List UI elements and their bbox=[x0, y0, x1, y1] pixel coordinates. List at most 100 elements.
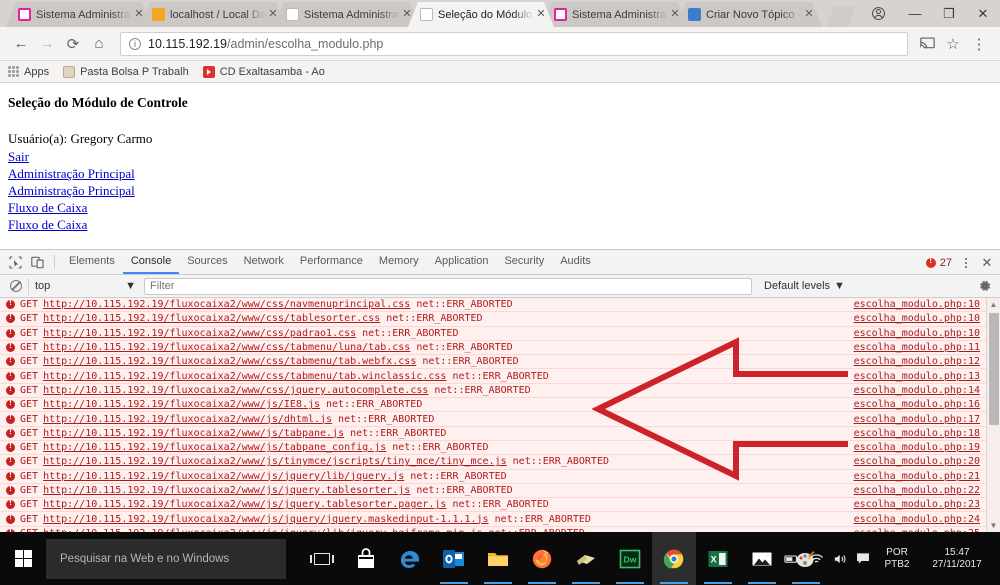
wifi-icon[interactable] bbox=[804, 532, 828, 585]
console-row[interactable]: GET http://10.115.192.19/fluxocaixa2/www… bbox=[0, 369, 1000, 384]
taskbar-app-excel[interactable]: X bbox=[696, 532, 740, 585]
source-link[interactable]: escolha_modulo.php:11 bbox=[854, 342, 980, 353]
source-link[interactable]: escolha_modulo.php:21 bbox=[854, 471, 980, 482]
console-row[interactable]: GET http://10.115.192.19/fluxocaixa2/www… bbox=[0, 455, 1000, 470]
source-link[interactable]: escolha_modulo.php:19 bbox=[854, 442, 980, 453]
taskbar-search-box[interactable]: Pesquisar na Web e no Windows bbox=[46, 538, 286, 579]
console-message-list[interactable]: GET http://10.115.192.19/fluxocaixa2/www… bbox=[0, 298, 1000, 532]
devtools-tab-audits[interactable]: Audits bbox=[552, 251, 599, 274]
devtools-tab-network[interactable]: Network bbox=[236, 251, 292, 274]
back-button[interactable]: ← bbox=[8, 31, 34, 57]
request-url[interactable]: http://10.115.192.19/fluxocaixa2/www/css… bbox=[43, 371, 446, 382]
source-link[interactable]: escolha_modulo.php:12 bbox=[854, 356, 980, 367]
forward-button[interactable]: → bbox=[34, 31, 60, 57]
source-link[interactable]: escolha_modulo.php:18 bbox=[854, 428, 980, 439]
request-url[interactable]: http://10.115.192.19/fluxocaixa2/www/css… bbox=[43, 299, 410, 310]
scroll-down-arrow-icon[interactable]: ▼ bbox=[987, 519, 1000, 532]
request-url[interactable]: http://10.115.192.19/fluxocaixa2/www/js/… bbox=[43, 471, 404, 482]
link-fluxo-de-caixa-1[interactable]: Fluxo de Caixa bbox=[8, 200, 87, 216]
scrollbar-thumb[interactable] bbox=[989, 313, 999, 425]
source-link[interactable]: escolha_modulo.php:20 bbox=[854, 456, 980, 467]
source-link[interactable]: escolha_modulo.php:24 bbox=[854, 514, 980, 525]
request-url[interactable]: http://10.115.192.19/fluxocaixa2/www/js/… bbox=[43, 514, 489, 525]
action-center-icon[interactable] bbox=[852, 532, 874, 585]
cast-icon[interactable] bbox=[914, 31, 940, 57]
devtools-tab-elements[interactable]: Elements bbox=[61, 251, 123, 274]
info-icon[interactable]: i bbox=[129, 37, 141, 50]
scroll-up-arrow-icon[interactable]: ▲ bbox=[987, 298, 1000, 311]
devtools-tab-performance[interactable]: Performance bbox=[292, 251, 371, 274]
battery-icon[interactable] bbox=[780, 532, 804, 585]
link-fluxo-de-caixa-2[interactable]: Fluxo de Caixa bbox=[8, 217, 87, 233]
source-link[interactable]: escolha_modulo.php:10 bbox=[854, 313, 980, 324]
inspect-element-icon[interactable] bbox=[4, 252, 26, 273]
bookmark-star-icon[interactable]: ☆ bbox=[940, 31, 966, 57]
bookmark-pasta-bolsa[interactable]: Pasta Bolsa P Trabalh bbox=[63, 65, 189, 78]
close-window-button[interactable]: ✕ bbox=[966, 0, 1000, 27]
chevron-up-icon[interactable]: ^ bbox=[756, 532, 780, 585]
devtools-close-button[interactable]: ✕ bbox=[976, 255, 998, 271]
reload-button[interactable]: ⟳ bbox=[60, 31, 86, 57]
console-row[interactable]: GET http://10.115.192.19/fluxocaixa2/www… bbox=[0, 298, 1000, 313]
console-row[interactable]: GET http://10.115.192.19/fluxocaixa2/www… bbox=[0, 398, 1000, 413]
console-row[interactable]: GET http://10.115.192.19/fluxocaixa2/www… bbox=[0, 355, 1000, 370]
console-row[interactable]: GET http://10.115.192.19/fluxocaixa2/www… bbox=[0, 484, 1000, 499]
console-filter-input[interactable] bbox=[144, 277, 752, 295]
request-url[interactable]: http://10.115.192.19/fluxocaixa2/www/js/… bbox=[43, 428, 344, 439]
source-link[interactable]: escolha_modulo.php:10 bbox=[854, 328, 980, 339]
close-icon[interactable]: ✕ bbox=[534, 8, 548, 22]
new-tab-button[interactable] bbox=[826, 6, 856, 27]
console-row[interactable]: GET http://10.115.192.19/fluxocaixa2/www… bbox=[0, 441, 1000, 456]
request-url[interactable]: http://10.115.192.19/fluxocaixa2/www/css… bbox=[43, 385, 428, 396]
ban-circle-icon[interactable] bbox=[10, 280, 22, 292]
request-url[interactable]: http://10.115.192.19/fluxocaixa2/www/js/… bbox=[43, 414, 332, 425]
devtools-tab-console[interactable]: Console bbox=[122, 251, 180, 274]
devtools-tab-application[interactable]: Application bbox=[427, 251, 497, 274]
start-button[interactable] bbox=[0, 532, 46, 585]
console-row[interactable]: GET http://10.115.192.19/fluxocaixa2/www… bbox=[0, 384, 1000, 399]
task-view-button[interactable] bbox=[300, 532, 344, 585]
browser-tab-4-active[interactable]: Seleção do Módulo Ad ✕ bbox=[408, 2, 554, 27]
language-indicator[interactable]: POR PTB2 bbox=[878, 547, 916, 571]
clock[interactable]: 15:47 27/11/2017 bbox=[920, 547, 994, 571]
console-row[interactable]: GET http://10.115.192.19/fluxocaixa2/www… bbox=[0, 470, 1000, 484]
console-levels-dropdown[interactable]: Default levels ▼ bbox=[764, 280, 845, 292]
request-url[interactable]: http://10.115.192.19/fluxocaixa2/www/js/… bbox=[43, 442, 386, 453]
console-row[interactable]: GET http://10.115.192.19/fluxocaixa2/www… bbox=[0, 312, 1000, 327]
source-link[interactable]: escolha_modulo.php:14 bbox=[854, 385, 980, 396]
source-link[interactable]: escolha_modulo.php:13 bbox=[854, 371, 980, 382]
request-url[interactable]: http://10.115.192.19/fluxocaixa2/www/js/… bbox=[43, 499, 446, 510]
request-url[interactable]: http://10.115.192.19/fluxocaixa2/www/css… bbox=[43, 328, 356, 339]
browser-tab-6[interactable]: Criar Novo Tópico - Fó ✕ bbox=[676, 2, 822, 27]
request-url[interactable]: http://10.115.192.19/fluxocaixa2/www/css… bbox=[43, 342, 410, 353]
console-scrollbar[interactable]: ▲ ▼ bbox=[986, 298, 1000, 532]
bookmark-cd-exaltasamba[interactable]: CD Exaltasamba - Ao bbox=[202, 65, 325, 78]
vertical-dots-icon[interactable] bbox=[956, 253, 976, 273]
devtools-tab-memory[interactable]: Memory bbox=[371, 251, 427, 274]
taskbar-app-sticky-note[interactable] bbox=[564, 532, 608, 585]
console-row[interactable]: GET http://10.115.192.19/fluxocaixa2/www… bbox=[0, 341, 1000, 356]
taskbar-app-file-explorer[interactable] bbox=[476, 532, 520, 585]
devtools-tab-security[interactable]: Security bbox=[496, 251, 552, 274]
browser-menu-icon[interactable]: ⋮ bbox=[966, 31, 992, 57]
close-icon[interactable]: ✕ bbox=[802, 8, 816, 22]
profile-icon[interactable] bbox=[858, 0, 898, 27]
console-row[interactable]: GET http://10.115.192.19/fluxocaixa2/www… bbox=[0, 412, 1000, 427]
taskbar-app-dreamweaver[interactable]: Dw bbox=[608, 532, 652, 585]
console-row[interactable]: GET http://10.115.192.19/fluxocaixa2/www… bbox=[0, 327, 1000, 341]
request-url[interactable]: http://10.115.192.19/fluxocaixa2/www/js/… bbox=[43, 485, 410, 496]
link-administracao-principal-2[interactable]: Administração Principal bbox=[8, 183, 135, 199]
link-sair[interactable]: Sair bbox=[8, 149, 29, 165]
console-row[interactable]: GET http://10.115.192.19/fluxocaixa2/www… bbox=[0, 427, 1000, 441]
console-context-selector[interactable]: top ▼ bbox=[28, 277, 140, 295]
browser-tab-1[interactable]: Sistema Administrativo ✕ bbox=[6, 2, 152, 27]
speaker-icon[interactable] bbox=[828, 532, 852, 585]
taskbar-app-firefox[interactable] bbox=[520, 532, 564, 585]
taskbar-app-google-chrome[interactable] bbox=[652, 532, 696, 585]
source-link[interactable]: escolha_modulo.php:23 bbox=[854, 499, 980, 510]
bookmark-apps[interactable]: Apps bbox=[8, 66, 49, 78]
minimize-button[interactable]: — bbox=[898, 0, 932, 27]
toggle-device-toolbar-icon[interactable] bbox=[26, 252, 48, 273]
source-link[interactable]: escolha_modulo.php:16 bbox=[854, 399, 980, 410]
browser-tab-5[interactable]: Sistema Administrativo ✕ bbox=[542, 2, 688, 27]
